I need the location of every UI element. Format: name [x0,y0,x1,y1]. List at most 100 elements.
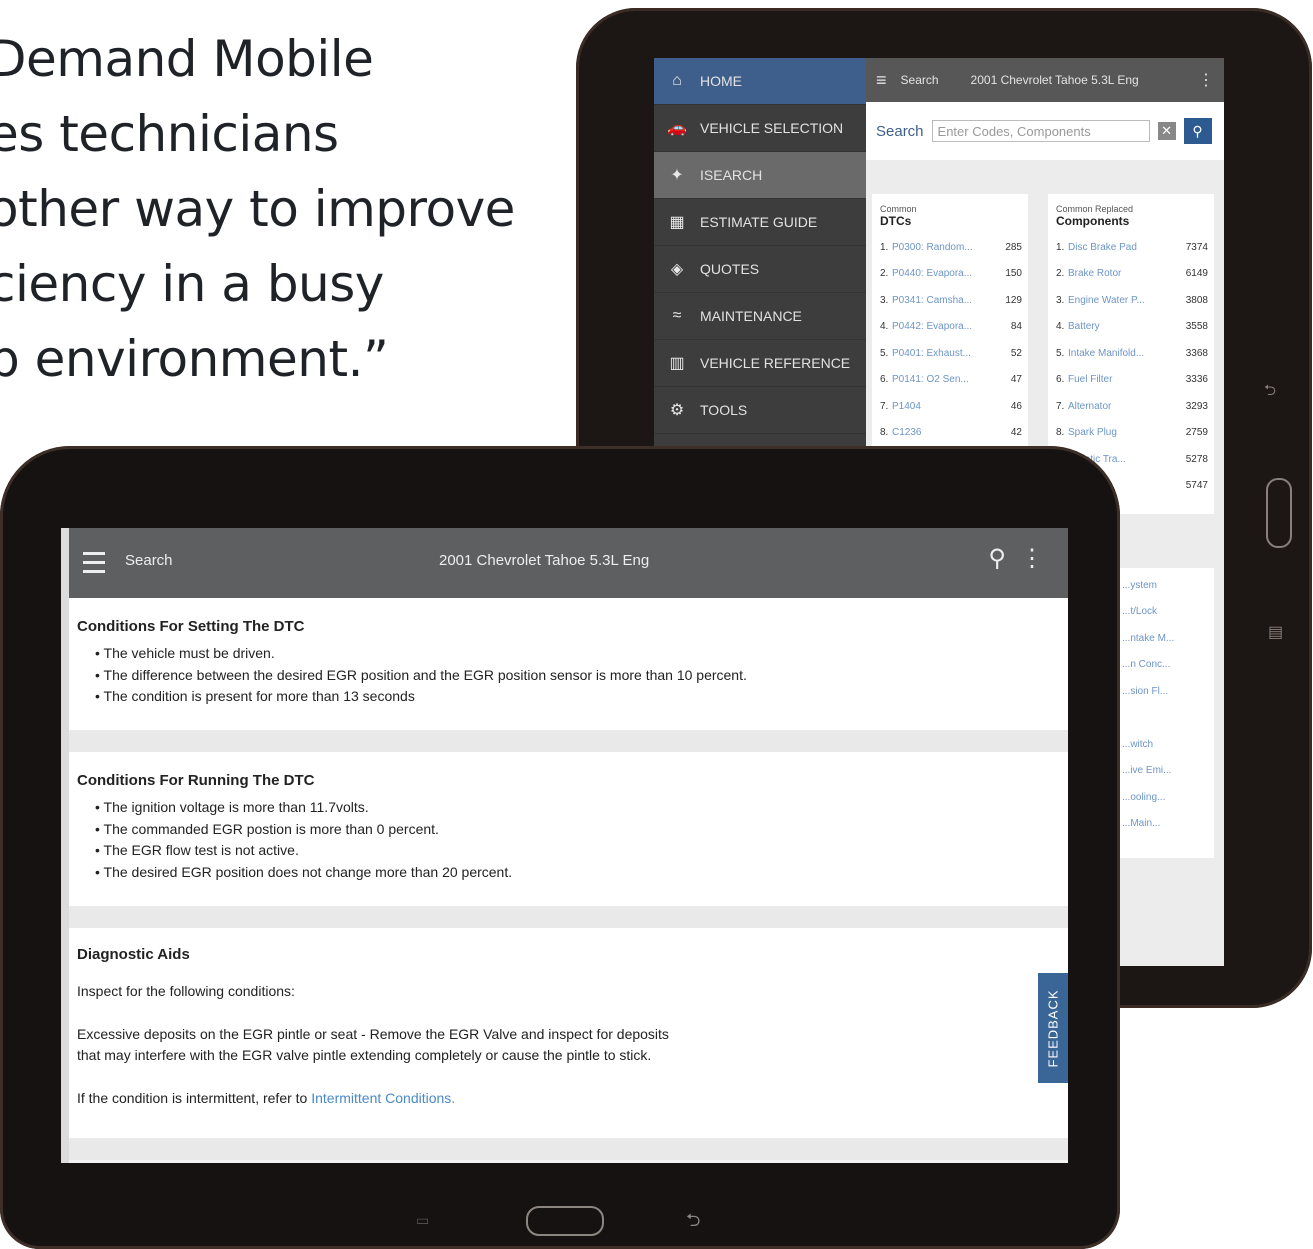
list-item[interactable]: 1. Disc Brake Pad 7374 [1056,234,1214,261]
row-link[interactable]: Battery [1068,321,1176,332]
row-link[interactable]: Intake Manifold... [1068,348,1176,359]
row-link[interactable]: ...Main... [1122,818,1214,829]
row-link[interactable]: Engine Water P... [1068,295,1176,306]
marketing-quote: Demand Mobile es technicians other way t… [0,30,515,388]
row-link[interactable]: C1236 [892,427,990,438]
row-link[interactable]: Fuel Filter [1068,374,1176,385]
row-number: 1. [880,241,889,253]
top-bar: Search 2001 Chevrolet Tahoe 5.3L Eng ⚲ ⋮ [69,528,1068,598]
kebab-menu-icon[interactable]: ⋮ [1198,70,1224,90]
row-link[interactable]: ...sion Fl... [1122,686,1214,697]
list-item[interactable]: 3. P0341: Camsha... 129 [880,287,1028,314]
row-link[interactable]: P0300: Random... [892,242,990,253]
list-item[interactable]: ...ntake M... [1122,625,1214,652]
gears-icon: ⚙ [669,402,685,419]
row-link[interactable]: ...witch [1122,739,1214,750]
sidebar-item-label: HOME [700,73,742,89]
clear-icon[interactable]: ✕ [1157,122,1176,140]
wiper-icon: ≈ [672,307,682,324]
search-icon[interactable]: ⚲ [988,544,1006,573]
row-link[interactable]: ...n Conc... [1122,659,1214,670]
row-number: 1. [1056,241,1065,253]
row-count: 5278 [1185,453,1208,465]
row-link[interactable]: P0401: Exhaust... [892,348,990,359]
kebab-menu-icon[interactable]: ⋮ [1020,544,1044,573]
list-item[interactable]: 8. C1236 42 [880,420,1028,447]
list-item[interactable]: ...ive Emi... [1122,758,1214,785]
feedback-tab[interactable]: FEEDBACK [1038,973,1068,1083]
row-link[interactable]: P0141: O2 Sen... [892,374,990,385]
front-tablet-screen: Search 2001 Chevrolet Tahoe 5.3L Eng ⚲ ⋮… [61,528,1068,1163]
sidebar-item-label: VEHICLE SELECTION [700,120,844,136]
list-item[interactable]: 5. Intake Manifold... 3368 [1056,340,1214,367]
row-link[interactable]: ...ooling... [1122,792,1214,803]
row-link[interactable]: P0442: Evapora... [892,321,990,332]
list-item[interactable]: 6. P0141: O2 Sen... 47 [880,367,1028,394]
row-count: 3368 [1185,347,1208,359]
list-item[interactable]: 3. Engine Water P... 3808 [1056,287,1214,314]
list-item[interactable]: ...sion Fl... [1122,678,1214,705]
list-item[interactable]: ...n Conc... [1122,652,1214,679]
bullet-item: • The difference between the desired EGR… [95,666,747,683]
list-item[interactable] [1122,705,1214,732]
row-count: 84 [1010,321,1022,333]
search-icon[interactable]: ⚲ [1183,118,1212,144]
section-divider [69,906,1068,928]
row-number: 5. [1056,347,1065,359]
row-link[interactable]: Alternator [1068,401,1176,412]
sidebar-item-vehicle-reference[interactable]: ▥ VEHICLE REFERENCE [654,340,866,387]
intermittent-conditions-link[interactable]: Intermittent Conditions. [311,1090,455,1106]
sidebar-item-label: MAINTENANCE [700,308,802,324]
row-link[interactable]: ...ntake M... [1122,633,1214,644]
list-item[interactable]: 7. P1404 46 [880,393,1028,420]
row-link[interactable]: P1404 [892,401,990,412]
search-label[interactable]: Search [901,73,939,87]
list-item[interactable]: ...Main... [1122,811,1214,838]
sidebar-item-home[interactable]: ⌂ HOME [654,58,866,105]
bullet-item: • The commanded EGR postion is more than… [95,820,439,837]
row-link[interactable]: Disc Brake Pad [1068,242,1176,253]
menu-icon[interactable]: ≡ [876,70,887,91]
row-link[interactable]: P0440: Evapora... [892,268,990,279]
list-item[interactable]: 2. Brake Rotor 6149 [1056,261,1214,288]
bullet-list: • The ignition voltage is more than 11.7… [77,797,1060,883]
row-count: 42 [1010,427,1022,439]
list-item[interactable]: ...witch [1122,731,1214,758]
search-input[interactable]: Enter Codes, Components [931,120,1150,142]
list-item[interactable]: 8. Spark Plug 2759 [1056,420,1214,447]
back-hardware-icon: ⮌ [686,1210,701,1230]
menu-icon[interactable] [83,552,105,574]
row-number: 8. [1056,427,1065,439]
row-link[interactable]: ...t/Lock [1122,606,1214,617]
list-item[interactable]: 2. P0440: Evapora... 150 [880,261,1028,288]
sidebar-item-tools[interactable]: ⚙ TOOLS [654,387,866,434]
sidebar-item-label: TOOLS [700,402,748,418]
list-item[interactable]: 4. Battery 3558 [1056,314,1214,341]
section-title: Diagnostic Aids [77,946,190,963]
list-item[interactable]: 4. P0442: Evapora... 84 [880,314,1028,341]
row-link[interactable]: Spark Plug [1068,427,1176,438]
row-link[interactable]: Brake Rotor [1068,268,1176,279]
sidebar-item-isearch[interactable]: ✦ ISEARCH [654,152,866,199]
list-item[interactable]: 6. Fuel Filter 3336 [1056,367,1214,394]
row-count: 3558 [1185,321,1208,333]
sidebar-item-estimate-guide[interactable]: ▦ ESTIMATE GUIDE [654,199,866,246]
list-item[interactable]: ...t/Lock [1122,599,1214,626]
list-item[interactable]: 7. Alternator 3293 [1056,393,1214,420]
list-item[interactable]: ...ooling... [1122,784,1214,811]
list-item[interactable]: 1. P0300: Random... 285 [880,234,1028,261]
bullet-item: • The EGR flow test is not active. [95,842,299,858]
sidebar-item-quotes[interactable]: ◈ QUOTES [654,246,866,293]
tag-icon: ◈ [670,261,684,278]
row-link[interactable]: P0341: Camsha... [892,295,990,306]
row-link[interactable]: ...ive Emi... [1122,765,1214,776]
search-label[interactable]: Search [125,552,173,569]
row-link[interactable]: ...ystem [1122,580,1214,591]
vehicle-title: 2001 Chevrolet Tahoe 5.3L Eng [970,73,1139,87]
menu-hardware-icon: ▤ [1268,624,1284,641]
list-item[interactable]: ...ystem [1122,572,1214,599]
sidebar-item-maintenance[interactable]: ≈ MAINTENANCE [654,293,866,340]
list-item[interactable]: 5. P0401: Exhaust... 52 [880,340,1028,367]
lower-panel: ...ystem ...t/Lock ...ntake M... ...n Co… [1118,568,1214,858]
sidebar-item-vehicle-selection[interactable]: 🚗 VEHICLE SELECTION [654,105,866,152]
